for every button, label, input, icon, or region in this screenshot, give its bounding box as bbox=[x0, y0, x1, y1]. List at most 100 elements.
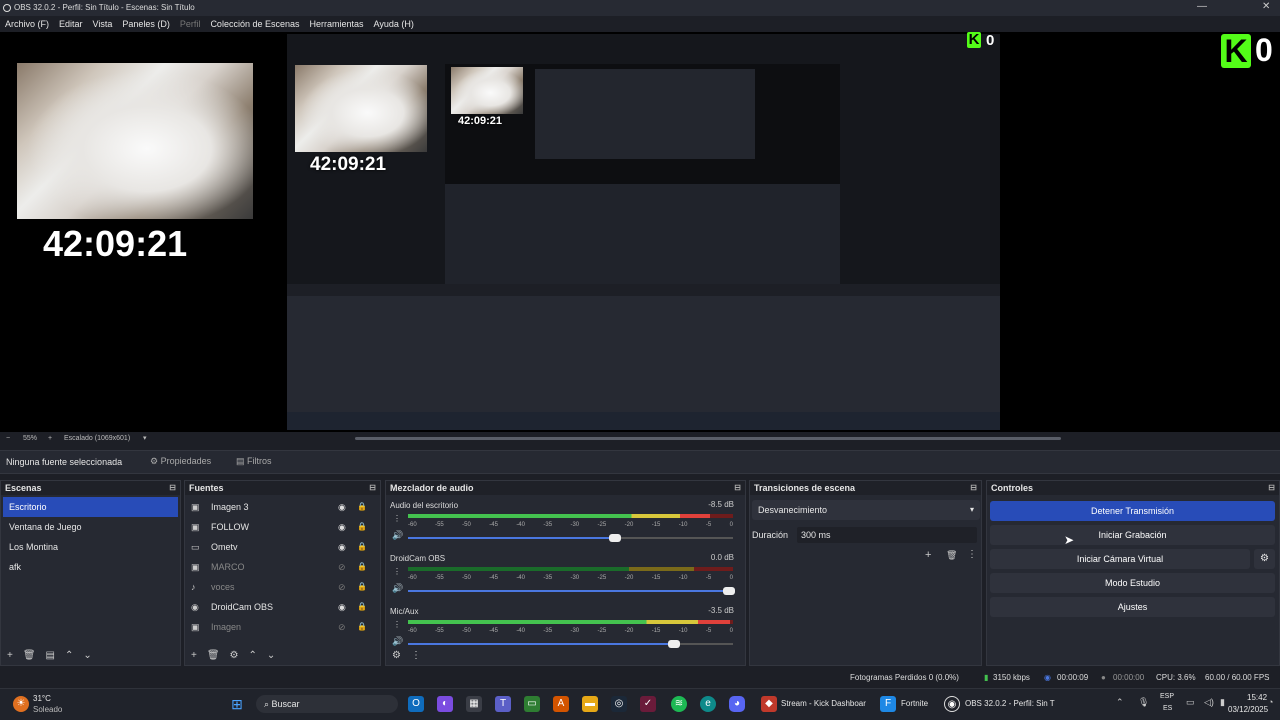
volume-slider[interactable] bbox=[408, 587, 735, 595]
monitor-icon[interactable]: ▭ bbox=[1186, 697, 1195, 708]
add-icon[interactable]: + bbox=[925, 549, 931, 561]
obs-icon[interactable]: ◉ bbox=[944, 696, 960, 712]
dock-icon[interactable]: ⊟ bbox=[970, 481, 977, 495]
chevron-up-icon[interactable]: ⌃ bbox=[249, 650, 257, 661]
menu-ayuda[interactable]: Ayuda (H) bbox=[374, 16, 414, 32]
slider-knob[interactable] bbox=[667, 640, 680, 648]
eye-off-icon[interactable]: ⊘ bbox=[338, 582, 346, 592]
eye-icon[interactable]: ◉ bbox=[338, 542, 346, 552]
transition-select[interactable]: Desvanecimiento ▾ bbox=[752, 500, 980, 520]
preview-canvas[interactable]: 42:09:21 42:09:21 42:09:21 K 0 K 0 bbox=[0, 32, 1280, 432]
speaker-icon[interactable]: 🔊 bbox=[392, 530, 403, 541]
virtual-camera-button[interactable]: Iniciar Cámara Virtual bbox=[990, 549, 1250, 569]
duration-input[interactable]: 300 ms bbox=[797, 527, 977, 543]
volume-slider[interactable] bbox=[408, 534, 733, 542]
settings-button[interactable]: Ajustes bbox=[990, 597, 1275, 617]
volume-slider[interactable] bbox=[408, 640, 733, 648]
lang-secondary[interactable]: ES bbox=[1163, 705, 1172, 712]
chevron-down-icon[interactable]: ⌄ bbox=[267, 650, 275, 661]
eye-icon[interactable]: ◉ bbox=[338, 602, 346, 612]
illustrator-icon[interactable]: A bbox=[553, 696, 569, 712]
source-item[interactable]: ♪ voces ⊘ 🔒 bbox=[185, 577, 380, 597]
speaker-icon[interactable]: 🔊 bbox=[392, 583, 403, 594]
studio-mode-button[interactable]: Modo Estudio bbox=[990, 573, 1275, 593]
chevron-down-icon[interactable]: ⌄ bbox=[83, 650, 91, 661]
menu-perfil[interactable]: Perfil bbox=[180, 16, 201, 32]
scroll-thumb[interactable] bbox=[355, 437, 1061, 440]
chevron-up-icon[interactable]: ⌃ bbox=[65, 650, 73, 661]
zoom-out-button[interactable]: − bbox=[6, 433, 10, 445]
speaker-icon[interactable]: 🔊 bbox=[392, 636, 403, 647]
scene-item[interactable]: afk bbox=[3, 557, 178, 577]
scene-item[interactable]: Escritorio bbox=[3, 497, 178, 517]
menu-vista[interactable]: Vista bbox=[93, 16, 113, 32]
bell-icon[interactable]: ◔ bbox=[1268, 697, 1273, 707]
trash-icon[interactable]: 🗑 bbox=[23, 650, 36, 661]
more-icon[interactable]: ⋮ bbox=[393, 514, 401, 523]
taskbar-search[interactable]: ⌕ Buscar bbox=[256, 695, 398, 713]
app-icon[interactable]: ▭ bbox=[524, 696, 540, 712]
scale-dropdown[interactable]: Escalado (1069x601) bbox=[64, 433, 130, 445]
close-button[interactable]: ✕ bbox=[1262, 0, 1270, 16]
slider-knob[interactable] bbox=[723, 587, 735, 595]
chevron-down-icon[interactable]: ▾ bbox=[143, 433, 147, 445]
menu-coleccion[interactable]: Colección de Escenas bbox=[210, 16, 299, 32]
obs-task[interactable]: OBS 32.0.2 - Perfil: Sin T bbox=[965, 699, 1055, 708]
lock-icon[interactable]: 🔒 bbox=[357, 542, 367, 552]
stop-stream-button[interactable]: Detener Transmisión bbox=[990, 501, 1275, 521]
start-recording-button[interactable]: Iniciar Grabación bbox=[990, 525, 1275, 545]
zoom-in-button[interactable]: + bbox=[48, 433, 52, 445]
trash-icon[interactable]: 🗑 bbox=[946, 550, 957, 561]
fortnite-task[interactable]: Fortnite bbox=[901, 699, 928, 708]
spotify-icon[interactable]: ≋ bbox=[671, 696, 687, 712]
folder-icon[interactable]: ▬ bbox=[582, 696, 598, 712]
source-item[interactable]: ▣ Imagen 3 ◉ 🔒 bbox=[185, 497, 380, 517]
lock-icon[interactable]: 🔒 bbox=[357, 562, 367, 572]
minimize-button[interactable]: — bbox=[1197, 0, 1207, 16]
add-icon[interactable]: + bbox=[7, 650, 13, 661]
steam-icon[interactable]: ◎ bbox=[611, 696, 627, 712]
weather-icon[interactable]: ☀ bbox=[13, 696, 29, 712]
menu-herramientas[interactable]: Herramientas bbox=[310, 16, 364, 32]
dock-icon[interactable]: ⊟ bbox=[1268, 481, 1275, 495]
source-item[interactable]: ▣ MARCO ⊘ 🔒 bbox=[185, 557, 380, 577]
chevron-up-icon[interactable]: ⌃ bbox=[1116, 697, 1124, 708]
menu-archivo[interactable]: Archivo (F) bbox=[5, 16, 49, 32]
dock-icon[interactable]: ⊟ bbox=[369, 481, 376, 495]
gear-icon[interactable]: ⚙ bbox=[230, 650, 239, 661]
fortnite-icon[interactable]: F bbox=[880, 696, 896, 712]
lock-icon[interactable]: 🔒 bbox=[357, 602, 367, 612]
brave-icon[interactable]: ◆ bbox=[761, 696, 777, 712]
gear-icon[interactable]: ⚙ bbox=[1254, 549, 1275, 569]
trash-icon[interactable]: 🗑 bbox=[207, 650, 220, 661]
filter-icon[interactable]: ▤ bbox=[46, 650, 55, 661]
properties-button[interactable]: ⚙ Propiedades bbox=[150, 456, 211, 467]
volume-icon[interactable]: ◁) bbox=[1204, 697, 1214, 708]
mic-icon[interactable]: 🎙 bbox=[1138, 697, 1149, 708]
filters-button[interactable]: ▤ Filtros bbox=[236, 456, 272, 467]
slider-knob[interactable] bbox=[609, 534, 622, 542]
lock-icon[interactable]: 🔒 bbox=[357, 582, 367, 592]
source-item[interactable]: ▣ FOLLOW ◉ 🔒 bbox=[185, 517, 380, 537]
eye-icon[interactable]: ◉ bbox=[338, 522, 346, 532]
more-icon[interactable]: ⋮ bbox=[967, 549, 977, 560]
menu-paneles[interactable]: Paneles (D) bbox=[122, 16, 170, 32]
eye-icon[interactable]: ◉ bbox=[338, 502, 346, 512]
more-icon[interactable]: ⋮ bbox=[393, 567, 401, 576]
scene-item[interactable]: Ventana de Juego bbox=[3, 517, 178, 537]
teams-icon[interactable]: T bbox=[495, 696, 511, 712]
store-icon[interactable]: ▦ bbox=[466, 696, 482, 712]
lock-icon[interactable]: 🔒 bbox=[357, 502, 367, 512]
battery-icon[interactable]: ▮ bbox=[1220, 697, 1225, 708]
clock-date[interactable]: 03/12/2025 bbox=[1228, 705, 1268, 714]
unlock-icon[interactable]: 🔒 bbox=[357, 522, 367, 532]
edge-icon[interactable]: e bbox=[700, 696, 716, 712]
scene-item[interactable]: Los Montina bbox=[3, 537, 178, 557]
source-item[interactable]: ◉ DroidCam OBS ◉ 🔒 bbox=[185, 597, 380, 617]
lang-primary[interactable]: ESP bbox=[1160, 693, 1174, 700]
more-icon[interactable]: ⋮ bbox=[393, 620, 401, 629]
add-icon[interactable]: + bbox=[191, 650, 197, 661]
menu-editar[interactable]: Editar bbox=[59, 16, 83, 32]
dock-icon[interactable]: ⊟ bbox=[734, 481, 741, 495]
eye-off-icon[interactable]: ⊘ bbox=[338, 622, 346, 632]
